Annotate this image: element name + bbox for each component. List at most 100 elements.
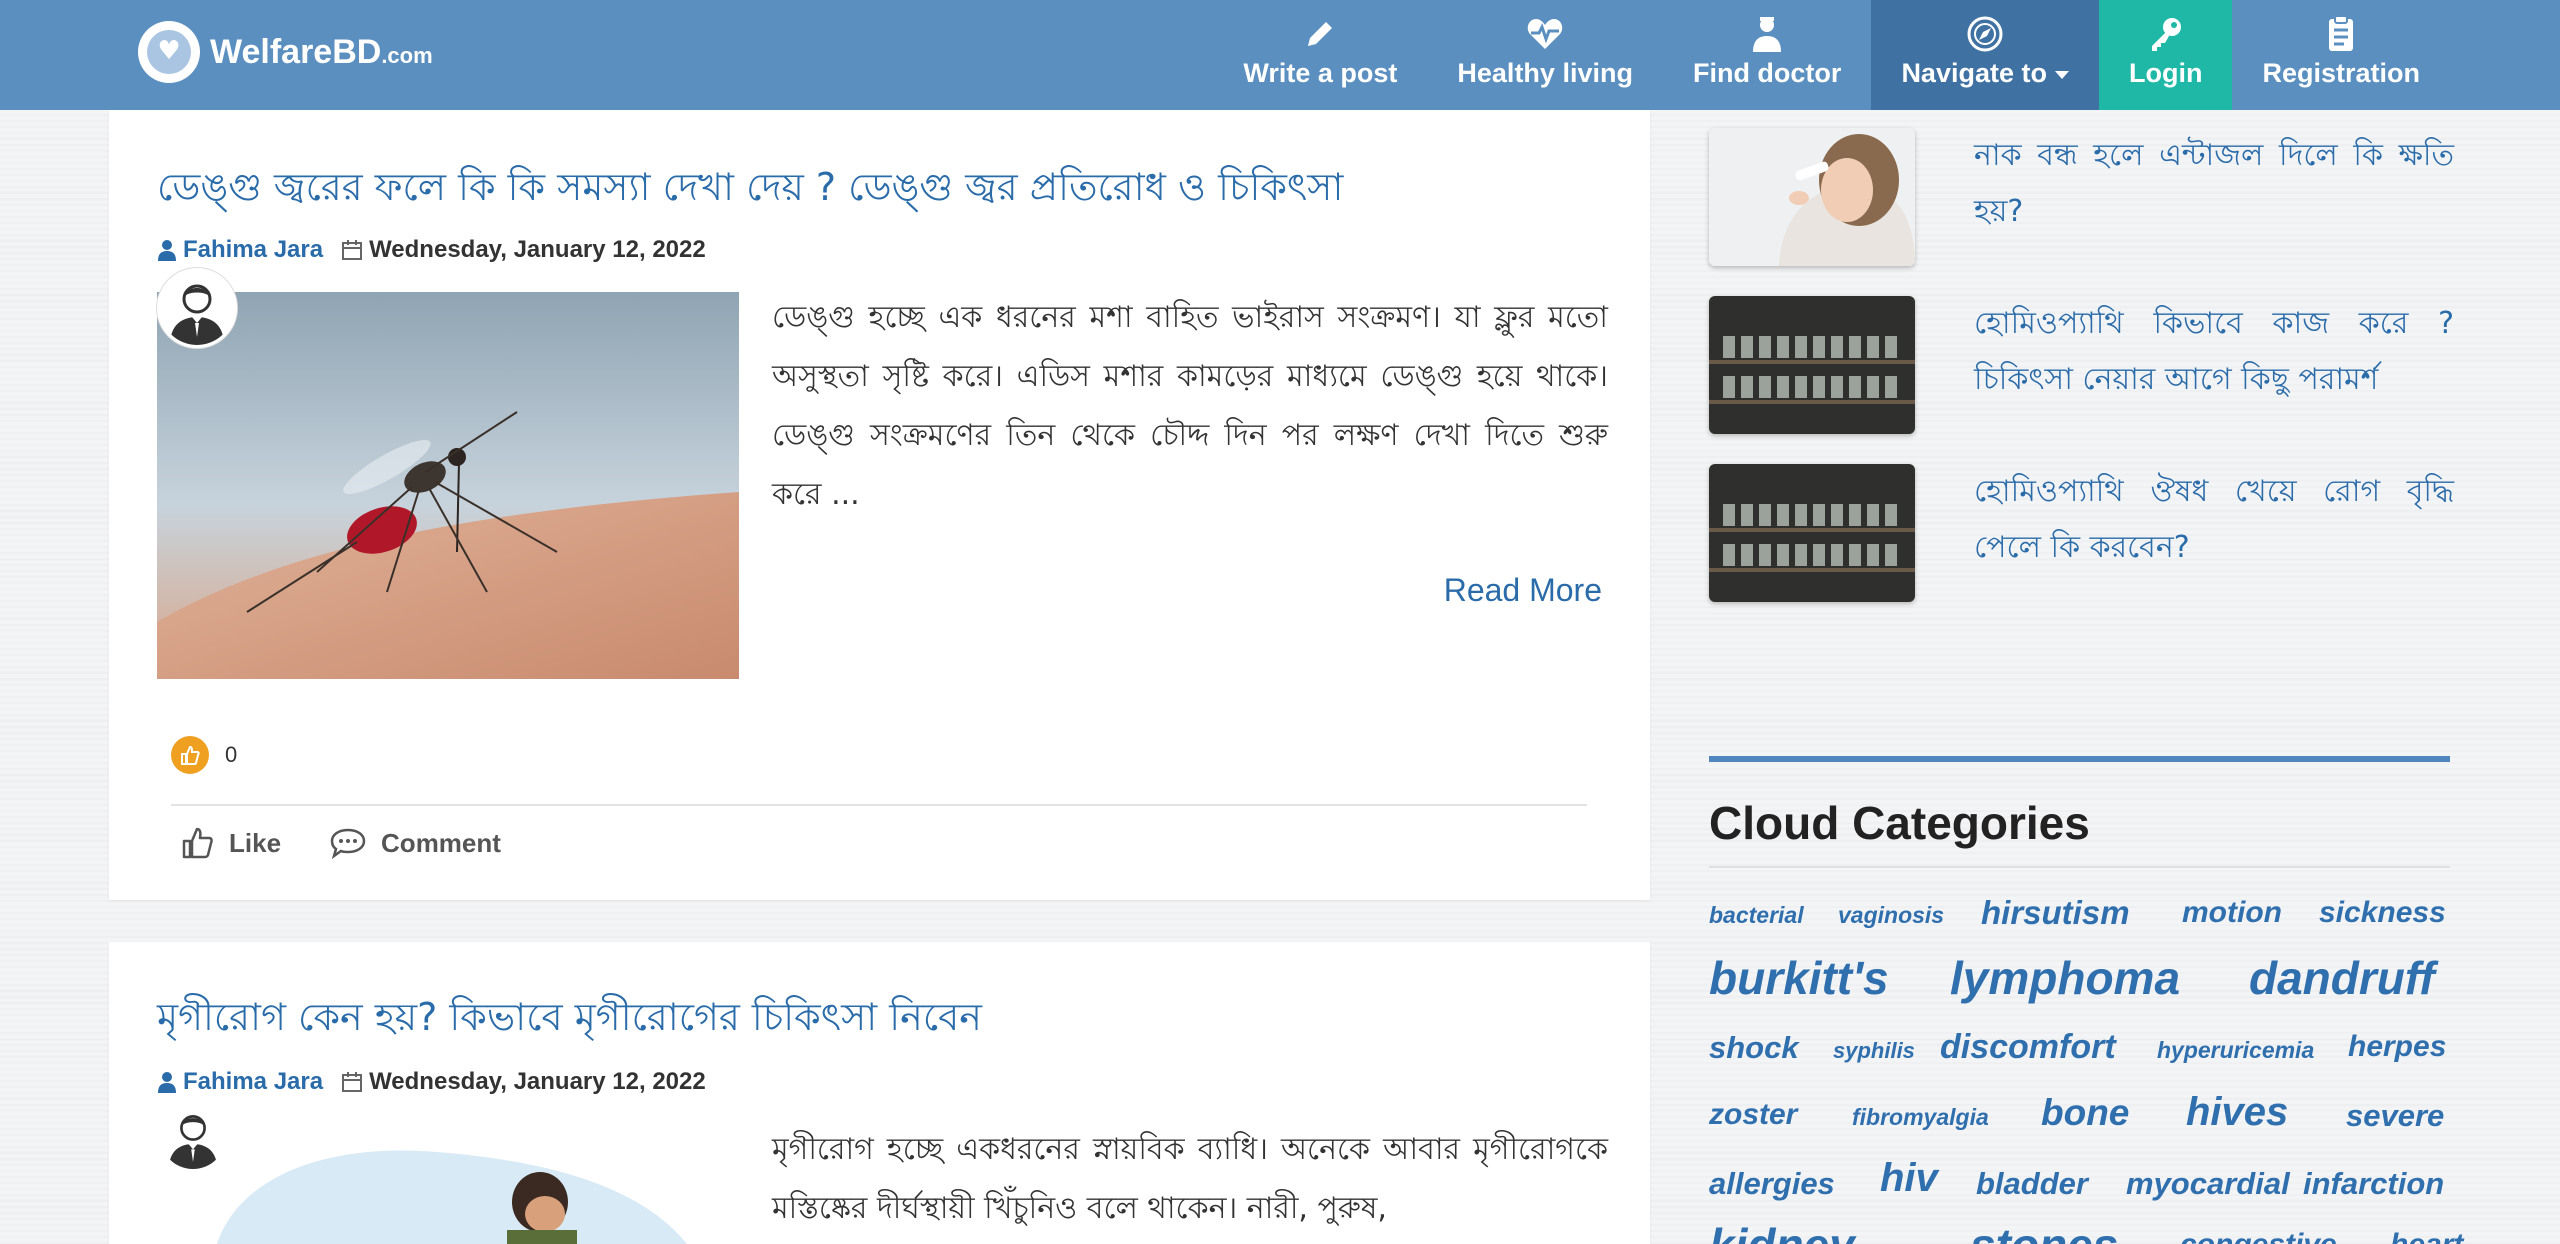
tag-link[interactable]: bacterial: [1709, 902, 1804, 929]
date-text: Wednesday, January 12, 2022: [369, 236, 706, 263]
logo-text: WelfareBD.com: [210, 32, 433, 71]
divider: [171, 804, 1587, 806]
tag-link[interactable]: bone: [2041, 1092, 2129, 1134]
tag-link[interactable]: hives: [2186, 1090, 2288, 1135]
author-avatar[interactable]: [157, 1100, 229, 1172]
nav-registration[interactable]: Registration: [2232, 0, 2560, 110]
avatar-icon: [168, 1115, 218, 1169]
nav-login[interactable]: Login: [2098, 0, 2233, 110]
author-avatar[interactable]: [157, 268, 237, 348]
comment-button[interactable]: Comment: [329, 827, 501, 859]
tag-link[interactable]: lymphoma: [1950, 951, 2180, 1005]
related-title[interactable]: হোমিওপ্যাথি ঔষধ খেয়ে রোগ বৃদ্ধি পেলে কি…: [1974, 464, 2454, 576]
tag-link[interactable]: motion: [2182, 896, 2282, 930]
read-more-link[interactable]: Read More: [1444, 572, 1602, 609]
related-thumbnail[interactable]: [1709, 296, 1915, 434]
divider: [1709, 866, 2450, 868]
tag-link[interactable]: sickness: [2319, 896, 2446, 930]
calendar-icon: [342, 1072, 363, 1092]
reaction-summary[interactable]: 0: [171, 736, 237, 774]
nav-label: Find doctor: [1692, 58, 1842, 88]
tag-link[interactable]: syphilis: [1833, 1038, 1915, 1064]
thumbs-up-icon: [182, 827, 213, 859]
post-meta: Fahima Jara Wednesday, January 12, 2022: [157, 1068, 706, 1096]
tag-link[interactable]: burkitt's: [1709, 951, 1889, 1005]
related-post[interactable]: হোমিওপ্যাথি ঔষধ খেয়ে রোগ বৃদ্ধি পেলে কি…: [1709, 464, 2454, 604]
tag-link[interactable]: shock: [1709, 1030, 1799, 1066]
tag-link[interactable]: congestive: [2180, 1228, 2337, 1244]
section-rule: [1709, 756, 2450, 762]
tag-link[interactable]: kidney: [1709, 1218, 1855, 1244]
tag-link[interactable]: myocardial: [2126, 1166, 2290, 1202]
homeopathy-shelf-image: [1709, 296, 1915, 434]
post-thumbnail[interactable]: [157, 292, 739, 679]
post-excerpt: ডেঙ্গু হচ্ছে এক ধরনের মশা বাহিত ভাইরাস স…: [772, 300, 1608, 512]
logo-icon: ♥: [138, 21, 200, 83]
tag-link[interactable]: heart: [2390, 1228, 2463, 1244]
post-title[interactable]: মৃগীরোগ কেন হয়? কিভাবে মৃগীরোগের চিকিৎস…: [157, 988, 982, 1052]
post-actions: Like Comment: [181, 826, 549, 860]
tag-link[interactable]: herpes: [2348, 1030, 2446, 1064]
tag-link[interactable]: stones: [1970, 1218, 2118, 1244]
nav-label: Navigate to: [1901, 58, 2047, 88]
tag-link[interactable]: infarction: [2303, 1166, 2444, 1202]
cloud-categories-heading: Cloud Categories: [1709, 797, 2090, 849]
comment-label: Comment: [381, 827, 501, 858]
key-icon: [2151, 18, 2181, 51]
pencil-icon: [1308, 22, 1333, 46]
like-label: Like: [229, 827, 282, 858]
related-title[interactable]: নাক বন্ধ হলে এন্টাজল দিলে কি ক্ষতি হয়?: [1974, 128, 2454, 240]
post-excerpt: মৃগীরোগ হচ্ছে একধরনের স্নায়বিক ব্যাধি। …: [772, 1132, 1608, 1226]
nav-label: Login: [2128, 58, 2203, 88]
reaction-count: 0: [225, 742, 238, 767]
nav-label: Healthy living: [1457, 58, 1633, 88]
heart-pulse-icon: [1527, 19, 1563, 49]
like-button[interactable]: Like: [181, 826, 281, 860]
clipboard-icon: [2329, 15, 2354, 51]
post-card: ডেঙ্গু জ্বরের ফলে কি কি সমস্যা দেখা দেয়…: [109, 110, 1650, 900]
nav-label: Registration: [2262, 58, 2420, 88]
user-icon: [158, 240, 176, 261]
author-name: Fahima Jara: [183, 1068, 324, 1095]
nav-find-doctor[interactable]: Find doctor: [1663, 0, 1871, 110]
post-title[interactable]: ডেঙ্গু জ্বরের ফলে কি কি সমস্যা দেখা দেয়…: [157, 158, 1343, 222]
post-date: Wednesday, January 12, 2022: [341, 236, 706, 264]
related-post[interactable]: নাক বন্ধ হলে এন্টাজল দিলে কি ক্ষতি হয়?: [1709, 128, 2454, 268]
nav-menu: Write a post Healthy living Find doctor …: [1213, 0, 2560, 110]
tag-link[interactable]: discomfort: [1940, 1028, 2116, 1067]
tag-link[interactable]: hyperuricemia: [2157, 1037, 2314, 1064]
doctor-icon: [1753, 17, 1782, 52]
tag-link[interactable]: vaginosis: [1838, 902, 1944, 929]
post-author[interactable]: Fahima Jara: [157, 1068, 323, 1096]
top-navbar: ♥ WelfareBD.com Write a post Healthy liv…: [0, 0, 2560, 110]
related-thumbnail[interactable]: [1709, 128, 1915, 266]
avatar-icon: [170, 284, 224, 345]
tag-link[interactable]: hiv: [1880, 1156, 1938, 1201]
tag-link[interactable]: fibromyalgia: [1852, 1104, 1989, 1131]
epilepsy-image: [157, 1122, 739, 1244]
post-thumbnail[interactable]: [157, 1122, 739, 1244]
tag-link[interactable]: zoster: [1709, 1098, 1797, 1132]
nav-healthy-living[interactable]: Healthy living: [1427, 0, 1663, 110]
post-card: মৃগীরোগ কেন হয়? কিভাবে মৃগীরোগের চিকিৎস…: [109, 942, 1650, 1244]
calendar-icon: [342, 240, 363, 260]
compass-icon: [1967, 16, 2003, 52]
nav-label-wrap: Navigate to: [1901, 58, 2069, 89]
nasal-spray-image: [1709, 128, 1915, 266]
tag-link[interactable]: severe: [2346, 1098, 2444, 1134]
post-author[interactable]: Fahima Jara: [157, 236, 323, 264]
post-meta: Fahima Jara Wednesday, January 12, 2022: [157, 236, 706, 264]
tag-link[interactable]: dandruff: [2249, 951, 2435, 1005]
date-text: Wednesday, January 12, 2022: [369, 1068, 706, 1095]
nav-navigate-to[interactable]: Navigate to: [1871, 0, 2099, 110]
site-logo[interactable]: ♥ WelfareBD.com: [138, 18, 433, 86]
tag-link[interactable]: allergies: [1709, 1166, 1835, 1202]
related-title[interactable]: হোমিওপ্যাথি কিভাবে কাজ করে ? চিকিৎসা নেয…: [1974, 296, 2454, 408]
related-thumbnail[interactable]: [1709, 464, 1915, 602]
nav-write-post[interactable]: Write a post: [1213, 0, 1427, 110]
tag-link[interactable]: bladder: [1976, 1166, 2088, 1202]
user-icon: [158, 1072, 176, 1093]
post-date: Wednesday, January 12, 2022: [341, 1068, 706, 1096]
related-post[interactable]: হোমিওপ্যাথি কিভাবে কাজ করে ? চিকিৎসা নেয…: [1709, 296, 2454, 436]
tag-link[interactable]: hirsutism: [1981, 894, 2130, 932]
